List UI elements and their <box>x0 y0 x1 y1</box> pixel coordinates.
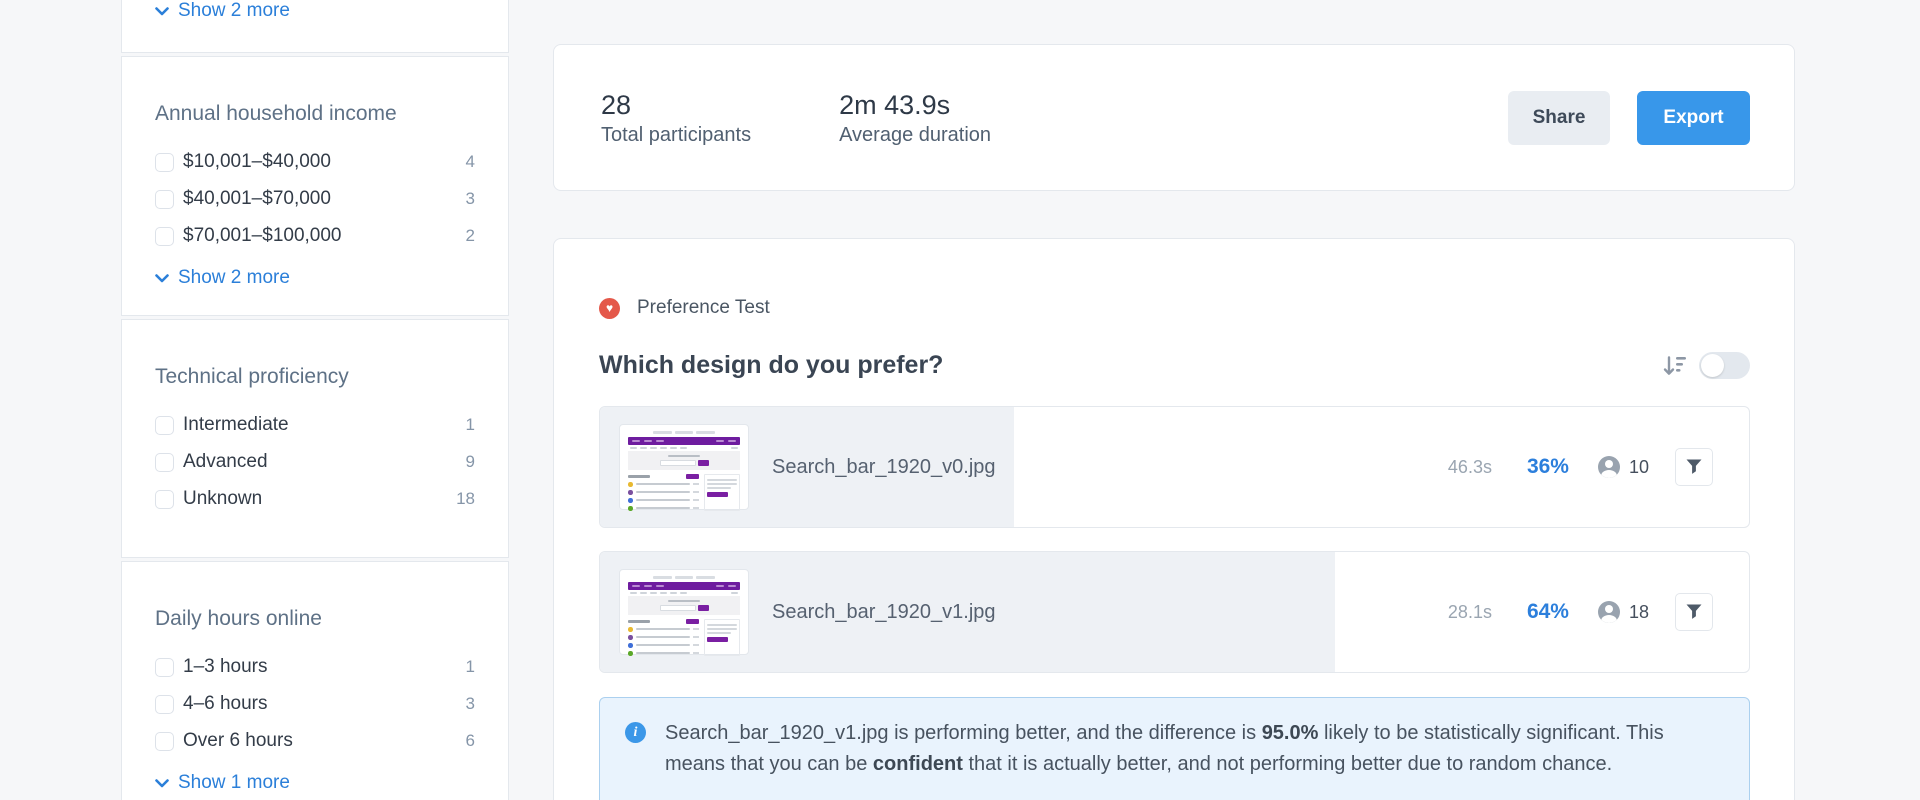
checkbox[interactable] <box>155 694 174 714</box>
filter-option[interactable]: Unknown 18 <box>155 488 475 510</box>
filter-option[interactable]: 1–3 hours 1 <box>155 656 475 678</box>
show-more-label: Show 2 more <box>178 0 290 21</box>
filter-option-count: 2 <box>465 226 475 245</box>
average-time: 28.1s <box>1447 601 1492 622</box>
filter-option-label: Over 6 hours <box>183 730 293 751</box>
filter-option[interactable]: 4–6 hours 3 <box>155 693 475 715</box>
design-option-row: Search_bar_1920_v0.jpg 46.3s 36% 10 <box>599 406 1750 528</box>
view-toggle[interactable] <box>1699 352 1750 379</box>
filter-option[interactable]: Advanced 9 <box>155 451 475 473</box>
question-row: Which design do you prefer? <box>599 351 1750 380</box>
vote-count: 18 <box>1628 601 1649 622</box>
export-button[interactable]: Export <box>1637 90 1750 145</box>
filter-group-hours: Daily hours online 1–3 hours 1 4–6 hours… <box>121 561 509 800</box>
filter-option-label: Advanced <box>183 451 268 472</box>
filter-option[interactable]: Intermediate 1 <box>155 414 475 436</box>
filter-option-count: 3 <box>465 189 475 208</box>
design-thumbnail[interactable] <box>619 424 749 511</box>
heart-icon: ♥ <box>599 297 620 319</box>
filter-option-count: 18 <box>456 489 475 508</box>
filter-group-title: Annual household income <box>155 102 397 125</box>
show-more-label: Show 1 more <box>178 772 290 793</box>
checkbox[interactable] <box>155 189 174 209</box>
filter-option-count: 4 <box>465 152 475 171</box>
filter-option-count: 1 <box>465 415 475 434</box>
filter-votes-button[interactable] <box>1675 448 1713 486</box>
insight-text: Search_bar_1920_v1.jpg is performing bet… <box>665 722 1664 775</box>
participants-value: 28 <box>601 89 632 120</box>
filter-group-income: Annual household income $10,001–$40,000 … <box>121 56 509 316</box>
vote-count: 10 <box>1628 456 1649 477</box>
checkbox[interactable] <box>155 452 174 472</box>
filter-votes-button[interactable] <box>1675 593 1713 631</box>
question-controls <box>1663 352 1750 379</box>
funnel-icon <box>1686 459 1702 474</box>
filter-group-card-top: Show 2 more <box>121 0 509 53</box>
filter-option-label: $40,001–$70,000 <box>183 188 331 209</box>
question-title: Which design do you prefer? <box>599 351 944 379</box>
option-stats: 28.1s 64% 18 <box>1428 593 1749 631</box>
filter-option[interactable]: $40,001–$70,000 3 <box>155 188 475 210</box>
person-icon <box>1597 601 1620 623</box>
person-icon <box>1597 456 1620 478</box>
results-dashboard: Show 2 more Annual household income $10,… <box>0 0 1920 800</box>
info-icon: i <box>625 722 646 743</box>
filter-option-label: 1–3 hours <box>183 656 268 677</box>
filter-option[interactable]: Over 6 hours 6 <box>155 730 475 752</box>
option-stats: 46.3s 36% 10 <box>1428 448 1749 486</box>
filter-option-label: Intermediate <box>183 414 289 435</box>
filter-option-label: 4–6 hours <box>183 693 268 714</box>
funnel-icon <box>1686 604 1702 619</box>
design-option-row: Search_bar_1920_v1.jpg 28.1s 64% 18 <box>599 551 1750 673</box>
show-more-label: Show 2 more <box>178 267 290 288</box>
show-more-link-income[interactable]: Show 2 more <box>155 267 475 289</box>
voters: 18 <box>1597 601 1649 623</box>
filter-group-proficiency: Technical proficiency Intermediate 1 Adv… <box>121 319 509 558</box>
chevron-down-icon <box>155 778 169 787</box>
show-more-link-hours[interactable]: Show 1 more <box>155 772 475 794</box>
average-time: 46.3s <box>1447 456 1492 477</box>
checkbox[interactable] <box>155 226 174 246</box>
vote-percent: 64% <box>1526 600 1569 623</box>
duration-label: Average duration <box>839 123 992 146</box>
checkbox[interactable] <box>155 152 174 172</box>
checkbox[interactable] <box>155 657 174 677</box>
test-type-row: ♥ Preference Test <box>599 297 1750 319</box>
design-filename: Search_bar_1920_v0.jpg <box>772 455 996 478</box>
filter-option[interactable]: $70,001–$100,000 2 <box>155 225 475 247</box>
significance-info-box: i Search_bar_1920_v1.jpg is performing b… <box>599 697 1750 800</box>
vote-percent: 36% <box>1526 455 1569 478</box>
checkbox[interactable] <box>155 731 174 751</box>
filter-option[interactable]: $10,001–$40,000 4 <box>155 151 475 173</box>
show-more-link-top[interactable]: Show 2 more <box>155 0 290 22</box>
average-duration-stat: 2m 43.9s Average duration <box>839 89 991 147</box>
filter-group-title: Technical proficiency <box>155 365 349 388</box>
summary-card: 28 Total participants 2m 43.9s Average d… <box>553 44 1795 191</box>
filter-group-title: Daily hours online <box>155 607 322 630</box>
filter-option-label: $10,001–$40,000 <box>183 151 331 172</box>
filter-option-label: $70,001–$100,000 <box>183 225 342 246</box>
total-participants-stat: 28 Total participants <box>601 89 751 147</box>
test-type-label: Preference Test <box>637 297 770 318</box>
chevron-down-icon <box>155 6 169 15</box>
participants-label: Total participants <box>601 123 752 146</box>
filter-option-label: Unknown <box>183 488 263 509</box>
filter-option-count: 6 <box>465 731 475 750</box>
share-button[interactable]: Share <box>1508 90 1610 145</box>
design-thumbnail[interactable] <box>619 569 749 656</box>
preference-test-card: ♥ Preference Test Which design do you pr… <box>553 238 1795 800</box>
design-filename: Search_bar_1920_v1.jpg <box>772 600 996 623</box>
toggle-knob <box>1701 354 1724 377</box>
filter-option-count: 1 <box>465 657 475 676</box>
filter-option-count: 9 <box>465 452 475 471</box>
chevron-down-icon <box>155 273 169 282</box>
duration-value: 2m 43.9s <box>839 89 951 120</box>
filter-option-count: 3 <box>465 694 475 713</box>
checkbox[interactable] <box>155 489 174 509</box>
checkbox[interactable] <box>155 415 174 435</box>
voters: 10 <box>1597 456 1649 478</box>
sort-descending-icon[interactable] <box>1663 355 1687 377</box>
